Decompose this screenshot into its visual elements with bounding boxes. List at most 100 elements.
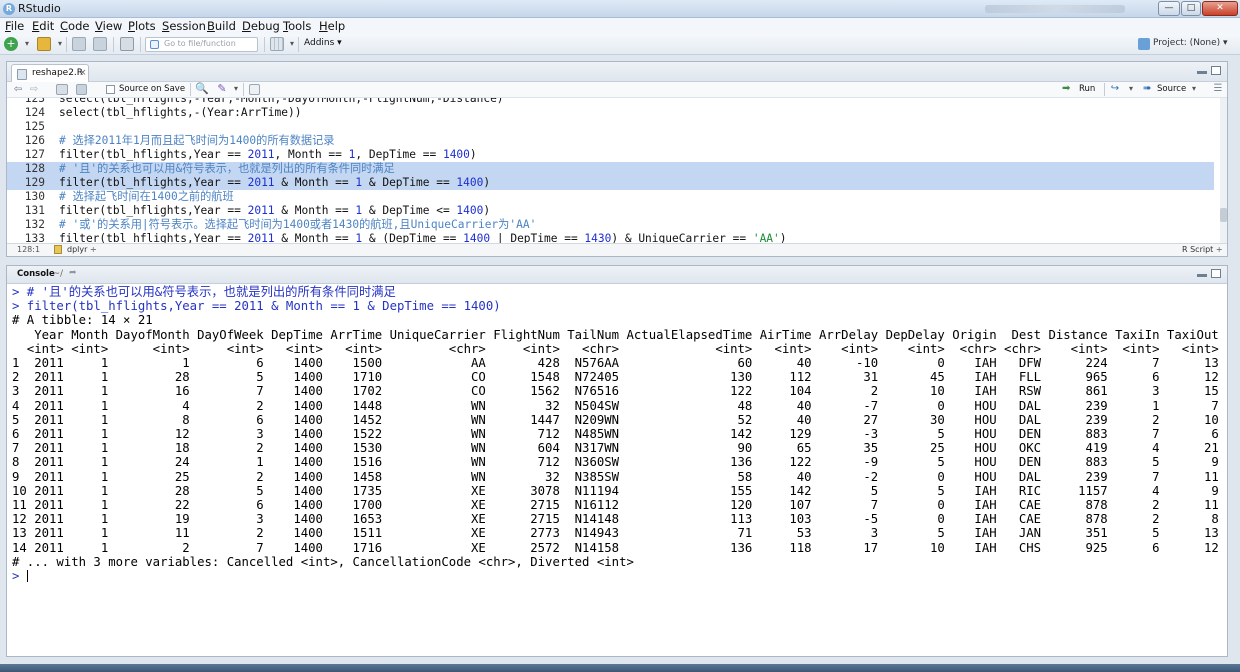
rerun-icon[interactable]: ↪ bbox=[1108, 82, 1122, 96]
code-tools-dropdown-icon[interactable]: ▾ bbox=[229, 82, 243, 96]
go-to-directory-icon[interactable]: ➦ bbox=[69, 268, 77, 278]
menu-session[interactable]: Session bbox=[162, 19, 206, 33]
code-text: filter(tbl_hflights,Year == 2011, Month … bbox=[59, 148, 477, 162]
code-text: # 选择起飞时间在1400之前的航班 bbox=[59, 190, 234, 204]
code-line[interactable]: 125 bbox=[7, 120, 1214, 134]
code-token: filter(tbl_hflights,Year == bbox=[59, 232, 248, 243]
menu-view[interactable]: View bbox=[95, 19, 122, 33]
workspace-panes-icon[interactable] bbox=[270, 37, 284, 51]
code-token: ) bbox=[779, 232, 787, 243]
console-output-line: 3 2011 1 16 7 1400 1702 CO 1562 N76516 1… bbox=[12, 384, 1219, 399]
source-button[interactable]: ➠ Source ▾ bbox=[1137, 83, 1199, 96]
source-arrow-icon: ➠ bbox=[1143, 83, 1152, 94]
source-on-save-label: Source on Save bbox=[119, 84, 186, 94]
console-prompt: > bbox=[12, 569, 27, 583]
console-output-line: # A tibble: 14 × 21 bbox=[12, 313, 153, 328]
code-token: 1400 bbox=[442, 148, 470, 161]
minimize-console-icon[interactable] bbox=[1197, 274, 1207, 277]
save-icon[interactable] bbox=[72, 37, 86, 51]
compile-report-icon[interactable] bbox=[249, 84, 260, 95]
code-token: # '或'的关系用|符号表示。选择起飞时间为1400或者1430的航班,且Uni… bbox=[59, 218, 537, 231]
project-selector[interactable]: Project: (None) ▾ bbox=[1153, 38, 1228, 48]
code-token: 2011 bbox=[247, 148, 275, 161]
console-command-line: > filter(tbl_hflights,Year == 2011 & Mon… bbox=[12, 299, 501, 314]
maximize-button[interactable]: □ bbox=[1181, 1, 1201, 16]
source-label: Source bbox=[1157, 84, 1187, 94]
save-all-icon[interactable] bbox=[93, 37, 107, 51]
recent-files-dropdown-icon[interactable]: ▾ bbox=[53, 37, 67, 51]
menu-plots[interactable]: Plots bbox=[128, 19, 156, 33]
code-line[interactable]: 123 select(tbl_hflights,-Year,-Month,-Day… bbox=[7, 98, 1214, 106]
code-text: filter(tbl_hflights,Year == 2011 & Month… bbox=[59, 204, 490, 218]
maximize-console-icon[interactable] bbox=[1211, 269, 1221, 278]
toolbar-separator bbox=[298, 37, 299, 52]
console-pane: Console ~/ ➦ > # '且'的关系也可以用&符号表示，也就是列出的所… bbox=[6, 265, 1228, 657]
console-output[interactable]: > # '且'的关系也可以用&符号表示，也就是列出的所有条件同时满足 > filt… bbox=[7, 284, 1227, 656]
minimize-pane-icon[interactable] bbox=[1197, 71, 1207, 74]
code-token: ) & UniqueCarrier == bbox=[611, 232, 753, 243]
code-token: 2011 bbox=[247, 176, 275, 189]
code-token: ) bbox=[483, 176, 491, 189]
code-line[interactable]: 132 # '或'的关系用|符号表示。选择起飞时间为1400或者1430的航班,且… bbox=[7, 218, 1214, 232]
back-arrow-icon[interactable]: ⇦ bbox=[11, 83, 25, 97]
code-token: filter(tbl_hflights,Year == bbox=[59, 176, 248, 189]
code-line[interactable]: 126 # 选择2011年1月而且起飞时间为1400的所有数据记录 bbox=[7, 134, 1214, 148]
magic-wand-icon[interactable]: ✎ bbox=[215, 82, 229, 96]
code-line[interactable]: 129 filter(tbl_hflights,Year == 2011 & Mo… bbox=[7, 176, 1214, 190]
tab-label: reshape2.R bbox=[32, 68, 84, 78]
console-output-line: 8 2011 1 24 1 1400 1516 WN 712 N360SW 13… bbox=[12, 455, 1219, 470]
menu-edit[interactable]: Edit bbox=[32, 19, 54, 33]
toolbar-separator bbox=[66, 37, 67, 52]
menu-code[interactable]: Code bbox=[60, 19, 89, 33]
menu-file[interactable]: File bbox=[5, 19, 24, 33]
code-text: # '且'的关系也可以用&符号表示，也就是列出的所有条件同时满足 bbox=[59, 162, 395, 176]
editor-scrollbar-thumb[interactable] bbox=[1220, 208, 1227, 222]
console-output-line: 13 2011 1 11 2 1400 1511 XE 2773 N14943 … bbox=[12, 526, 1219, 541]
code-line[interactable]: 130 # 选择起飞时间在1400之前的航班 bbox=[7, 190, 1214, 204]
maximize-pane-icon[interactable] bbox=[1211, 66, 1221, 75]
tab-reshape2[interactable]: reshape2.R × bbox=[11, 64, 89, 82]
editor-scrollbar[interactable] bbox=[1220, 98, 1227, 243]
run-button[interactable]: ➡ Run bbox=[1062, 83, 1100, 96]
file-type-selector[interactable]: R Script ÷ bbox=[1182, 245, 1223, 254]
panes-dropdown-icon[interactable]: ▾ bbox=[285, 37, 299, 51]
console-input-line[interactable]: > bbox=[12, 569, 28, 583]
run-arrow-icon: ➡ bbox=[1062, 83, 1071, 94]
forward-arrow-icon[interactable]: ⇨ bbox=[27, 83, 41, 97]
console-output-line: 5 2011 1 8 6 1400 1452 WN 1447 N209WN 52… bbox=[12, 412, 1219, 427]
code-line[interactable]: 128 # '且'的关系也可以用&符号表示，也就是列出的所有条件同时满足 bbox=[7, 162, 1214, 176]
code-line[interactable]: 124 select(tbl_hflights,-(Year:ArrTime)) bbox=[7, 106, 1214, 120]
save-file-icon[interactable] bbox=[76, 84, 87, 95]
close-button[interactable]: ✕ bbox=[1202, 1, 1238, 16]
code-line[interactable]: 127 filter(tbl_hflights,Year == 2011, Mon… bbox=[7, 148, 1214, 162]
code-token: 1430 bbox=[584, 232, 612, 243]
code-token: & Month == bbox=[274, 176, 356, 189]
addins-dropdown[interactable]: Addins ▾ bbox=[304, 38, 342, 48]
toolbar-separator bbox=[1104, 83, 1105, 96]
goto-file-function-input[interactable]: Go to file/function bbox=[145, 37, 258, 52]
menu-help[interactable]: Help bbox=[319, 19, 345, 33]
menu-debug[interactable]: Debug bbox=[242, 19, 280, 33]
scope-selector[interactable]: dplyr ÷ bbox=[67, 245, 97, 254]
open-folder-icon[interactable] bbox=[37, 37, 51, 51]
code-line[interactable]: 133 filter(tbl_hflights,Year == 2011 & Mo… bbox=[7, 232, 1214, 243]
source-on-save-checkbox[interactable] bbox=[106, 85, 115, 94]
new-file-icon[interactable]: + bbox=[4, 37, 18, 51]
console-output-line: # ... with 3 more variables: Cancelled <… bbox=[12, 554, 634, 569]
show-in-window-icon[interactable] bbox=[56, 84, 68, 95]
menu-build[interactable]: Build bbox=[207, 19, 236, 33]
code-text: select(tbl_hflights,-(Year:ArrTime)) bbox=[59, 106, 301, 120]
dropdown-arrow-icon[interactable]: ▾ bbox=[20, 37, 34, 51]
search-icon[interactable]: 🔍 bbox=[195, 82, 209, 96]
window-title: RStudio bbox=[18, 2, 61, 15]
document-outline-icon[interactable]: ☰ bbox=[1211, 82, 1225, 96]
menu-tools[interactable]: Tools bbox=[283, 19, 311, 33]
print-icon[interactable] bbox=[120, 37, 134, 51]
minimize-button[interactable]: — bbox=[1158, 1, 1180, 16]
console-output-line: 9 2011 1 25 2 1400 1458 WN 32 N385SW 58 … bbox=[12, 469, 1219, 484]
code-line[interactable]: 131 filter(tbl_hflights,Year == 2011 & Mo… bbox=[7, 204, 1214, 218]
rerun-dropdown-icon[interactable]: ▾ bbox=[1124, 82, 1138, 96]
code-editor[interactable]: 123 select(tbl_hflights,-Year,-Month,-Day… bbox=[7, 98, 1220, 243]
source-dropdown-icon[interactable]: ▾ bbox=[1192, 84, 1196, 93]
tab-close-icon[interactable]: × bbox=[79, 68, 87, 78]
